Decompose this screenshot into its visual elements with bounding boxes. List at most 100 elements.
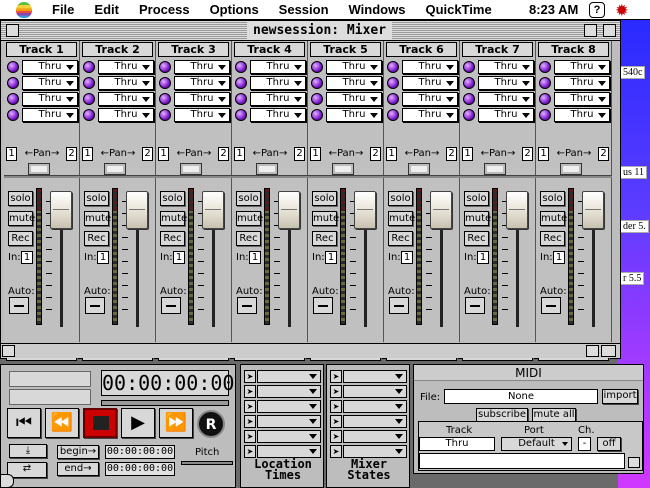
track-name[interactable]: Track 4 — [234, 42, 305, 57]
state-row[interactable]: ➤ — [330, 430, 408, 443]
transport-field[interactable] — [9, 371, 91, 387]
insert-select[interactable]: Thru — [22, 92, 78, 106]
location-field[interactable] — [257, 385, 321, 398]
import-button[interactable]: import — [602, 389, 638, 404]
rewind-button[interactable]: ⏪ — [45, 408, 79, 438]
apple-menu-icon[interactable] — [16, 1, 32, 18]
insert-led-icon[interactable] — [539, 93, 551, 105]
automation-button[interactable] — [237, 297, 257, 314]
insert-select[interactable]: Thru — [98, 92, 154, 106]
insert-led-icon[interactable] — [7, 109, 19, 121]
begin-timecode[interactable]: 00:00:00:00 — [105, 445, 175, 459]
pan-knob[interactable] — [28, 163, 50, 175]
menu-session[interactable]: Session — [269, 2, 339, 17]
solo-button[interactable]: solo — [388, 191, 413, 206]
solo-button[interactable]: solo — [540, 191, 565, 206]
insert-led-icon[interactable] — [463, 109, 475, 121]
track-name[interactable]: Track 6 — [386, 42, 457, 57]
insert-select[interactable]: Thru — [250, 108, 306, 122]
insert-select[interactable]: Thru — [250, 92, 306, 106]
insert-led-icon[interactable] — [83, 93, 95, 105]
mute-button[interactable]: mute — [388, 211, 415, 226]
insert-select[interactable]: Thru — [22, 108, 78, 122]
automation-button[interactable] — [465, 297, 485, 314]
pan-right-field[interactable]: 2 — [598, 147, 609, 161]
insert-select[interactable]: Thru — [326, 76, 382, 90]
input-field[interactable]: 1 — [325, 251, 337, 264]
automation-button[interactable] — [85, 297, 105, 314]
solo-button[interactable]: solo — [464, 191, 489, 206]
insert-led-icon[interactable] — [7, 93, 19, 105]
insert-select[interactable]: Thru — [22, 60, 78, 74]
insert-led-icon[interactable] — [83, 77, 95, 89]
insert-select[interactable]: Thru — [554, 60, 610, 74]
mute-button[interactable]: mute — [160, 211, 187, 226]
pan-knob[interactable] — [560, 163, 582, 175]
pan-knob[interactable] — [104, 163, 126, 175]
insert-led-icon[interactable] — [159, 93, 171, 105]
record-enable-button[interactable]: Rec — [84, 231, 109, 246]
state-row[interactable]: ➤ — [330, 415, 408, 428]
location-row[interactable]: ➤ — [244, 385, 322, 398]
scroll-left-icon[interactable] — [2, 345, 15, 357]
insert-select[interactable]: Thru — [174, 92, 230, 106]
end-timecode[interactable]: 00:00:00:00 — [105, 462, 175, 476]
volume-fader[interactable] — [50, 191, 72, 229]
loop-icon[interactable]: ⇄ — [7, 462, 47, 478]
insert-led-icon[interactable] — [159, 77, 171, 89]
resize-grip-icon[interactable] — [628, 457, 640, 468]
end-button[interactable]: end→ — [57, 462, 99, 476]
mute-button[interactable]: mute — [540, 211, 567, 226]
record-enable-button[interactable]: Rec — [464, 231, 489, 246]
insert-select[interactable]: Thru — [554, 108, 610, 122]
insert-led-icon[interactable] — [539, 109, 551, 121]
insert-select[interactable]: Thru — [98, 108, 154, 122]
insert-select[interactable]: Thru — [478, 76, 534, 90]
insert-select[interactable]: Thru — [98, 76, 154, 90]
input-field[interactable]: 1 — [401, 251, 413, 264]
help-icon[interactable]: ? — [589, 2, 605, 18]
location-field[interactable] — [257, 370, 321, 383]
state-row[interactable]: ➤ — [330, 370, 408, 383]
record-enable-button[interactable]: Rec — [8, 231, 33, 246]
arrow-icon[interactable]: ➤ — [330, 415, 342, 428]
insert-led-icon[interactable] — [235, 61, 247, 73]
stop-button[interactable] — [83, 408, 117, 438]
state-field[interactable] — [343, 430, 407, 443]
midi-port-select[interactable]: Default — [501, 437, 572, 451]
insert-select[interactable]: Thru — [174, 108, 230, 122]
pitch-slider[interactable] — [181, 461, 233, 465]
midi-channel-field[interactable]: - — [578, 437, 591, 451]
state-row[interactable]: ➤ — [330, 400, 408, 413]
pan-right-field[interactable]: 2 — [370, 147, 381, 161]
menu-quicktime[interactable]: QuickTime — [415, 2, 501, 17]
insert-led-icon[interactable] — [463, 93, 475, 105]
insert-led-icon[interactable] — [387, 77, 399, 89]
midi-off-button[interactable]: off — [597, 437, 621, 451]
insert-led-icon[interactable] — [311, 109, 323, 121]
insert-select[interactable]: Thru — [554, 92, 610, 106]
pan-right-field[interactable]: 2 — [142, 147, 153, 161]
record-button[interactable]: R — [197, 410, 225, 438]
pan-left-field[interactable]: 1 — [158, 147, 169, 161]
pan-right-field[interactable]: 2 — [218, 147, 229, 161]
volume-fader[interactable] — [126, 191, 148, 229]
collapse-box-icon[interactable] — [603, 24, 616, 37]
arrow-icon[interactable]: ➤ — [244, 415, 256, 428]
record-enable-button[interactable]: Rec — [160, 231, 185, 246]
input-field[interactable]: 1 — [21, 251, 33, 264]
drawer-tab-icon[interactable] — [0, 474, 14, 488]
automation-button[interactable] — [9, 297, 29, 314]
record-enable-button[interactable]: Rec — [388, 231, 413, 246]
mute-button[interactable]: mute — [8, 211, 35, 226]
pan-right-field[interactable]: 2 — [522, 147, 533, 161]
track-name[interactable]: Track 2 — [82, 42, 153, 57]
insert-led-icon[interactable] — [235, 93, 247, 105]
insert-select[interactable]: Thru — [478, 108, 534, 122]
arrow-icon[interactable]: ➤ — [330, 400, 342, 413]
pan-knob[interactable] — [180, 163, 202, 175]
input-field[interactable]: 1 — [173, 251, 185, 264]
automation-button[interactable] — [313, 297, 333, 314]
pan-knob[interactable] — [256, 163, 278, 175]
zoom-box-icon[interactable] — [584, 24, 597, 37]
